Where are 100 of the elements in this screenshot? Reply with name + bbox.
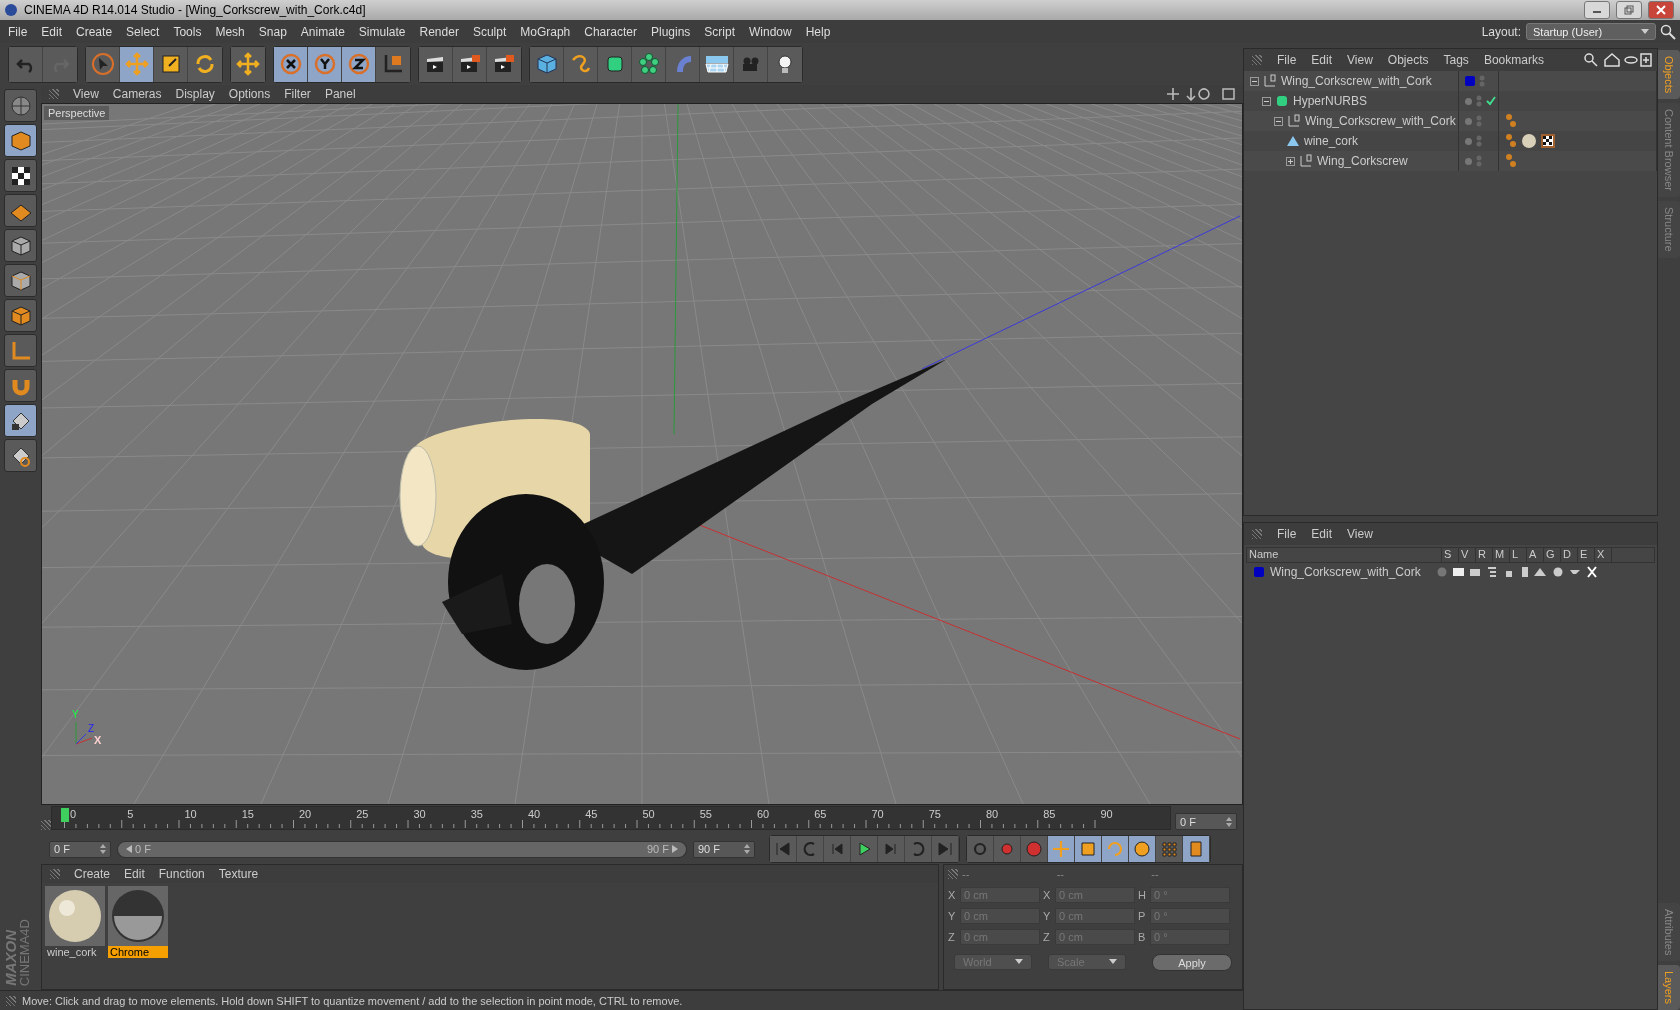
restore-button[interactable] [1616,1,1642,19]
object-menu-item[interactable]: View [1347,53,1373,67]
tool-button[interactable] [274,46,308,82]
record-option-button[interactable] [1075,836,1102,863]
search-icon[interactable] [1583,52,1653,68]
layer-name[interactable]: Wing_Corkscrew_with_Cork [1270,565,1430,579]
dropdown-arrow-icon[interactable] [1015,959,1023,966]
layout-dropdown[interactable]: Startup (User) [1526,23,1656,40]
mode-button[interactable] [4,439,37,472]
end-frame-field[interactable]: 90 F [693,840,755,858]
object-name[interactable]: wine_cork [1304,134,1359,148]
search-icon[interactable] [1660,23,1676,40]
viewport-menu-item[interactable]: Panel [324,87,356,101]
render-dots-icon[interactable] [1476,154,1482,168]
check-icon[interactable] [1486,96,1496,106]
left-arrow-icon[interactable] [126,845,132,854]
render-dots-icon[interactable] [1476,134,1482,148]
close-button[interactable] [1648,1,1674,19]
object-menu-item[interactable]: Edit [1311,53,1333,67]
menu-item[interactable]: File [8,24,36,39]
object-name[interactable]: Wing_Corkscrew [1317,154,1408,168]
object-menu-item[interactable]: Objects [1387,53,1429,67]
menu-item[interactable]: Sculpt [472,24,515,39]
panel-grip[interactable] [6,995,16,1006]
spinner-arrows-icon[interactable] [1226,816,1232,827]
visibility-dot[interactable] [1465,117,1472,125]
tool-button[interactable] [530,46,564,82]
current-frame-field[interactable]: 0 F [1175,813,1237,831]
menu-item[interactable]: Character [584,24,645,39]
menu-item[interactable]: Tools [173,24,210,39]
material-name[interactable]: Chrome [108,946,168,959]
menu-item[interactable]: Snap [258,24,295,39]
menu-item[interactable]: Script [704,24,743,39]
viewport[interactable]: Perspective Y Z X [41,103,1243,806]
object-name[interactable]: HyperNURBS [1293,94,1367,108]
material-menu-item[interactable]: Edit [124,867,145,882]
panel-grip[interactable] [1252,55,1262,65]
material-menu-item[interactable]: Create [74,867,111,882]
spinner-arrows-icon[interactable] [744,844,750,855]
layer-menu-item[interactable]: File [1277,527,1297,541]
collapse-toggle-icon[interactable] [1274,116,1283,126]
menu-item[interactable]: Plugins [650,24,699,39]
object-menu-item[interactable]: Tags [1443,53,1469,67]
viewport-menu-item[interactable]: Options [228,87,271,101]
dropdown-arrow-icon[interactable] [1109,959,1117,966]
panel-grip[interactable] [50,869,60,880]
menu-item[interactable]: Window [749,24,800,39]
menu-item[interactable]: Select [126,24,168,39]
material-preview-icon[interactable] [45,886,105,947]
material-ball-icon[interactable] [1521,133,1537,149]
menu-item[interactable]: Help [805,24,839,39]
menu-item[interactable]: Simulate [358,24,414,39]
dropdown-arrow-icon[interactable] [1641,28,1649,35]
phong-tag-icon[interactable] [1505,153,1517,169]
mode-button[interactable] [4,264,37,297]
panel-grip[interactable] [41,820,51,831]
viewport-menu-item[interactable]: View [73,87,99,101]
menu-item[interactable]: Edit [41,24,71,39]
record-option-button[interactable] [1183,836,1210,863]
menu-item[interactable]: Animate [300,24,353,39]
material-menu-item[interactable]: Texture [218,867,259,882]
viewport-menu-item[interactable]: Cameras [112,87,162,101]
tool-button[interactable] [231,46,265,82]
tool-button[interactable] [419,46,453,82]
visibility-dot[interactable] [1465,97,1472,105]
menu-item[interactable]: Mesh [215,24,253,39]
material-menu-item[interactable]: Function [158,867,205,882]
menu-item[interactable]: Create [76,24,121,39]
material-preview-icon[interactable] [108,886,168,947]
checker-tag-icon[interactable] [1541,134,1555,148]
mode-button[interactable] [4,404,37,437]
mode-button[interactable] [4,229,37,262]
collapse-toggle-icon[interactable] [1250,76,1259,86]
spinner-arrows-icon[interactable] [100,844,106,855]
record-option-button[interactable] [1102,836,1129,863]
viewport-menu-item[interactable]: Display [175,87,215,101]
visibility-dot[interactable] [1465,157,1472,165]
phong-tag-icon[interactable] [1505,113,1517,129]
object-name[interactable]: Wing_Corkscrew_with_Cork [1281,74,1432,88]
menu-item[interactable]: Render [419,24,467,39]
record-option-button[interactable] [1129,836,1156,863]
object-menu-item[interactable]: Bookmarks [1483,53,1544,67]
playhead[interactable] [61,808,69,823]
tool-button[interactable] [342,46,376,82]
collapse-toggle-icon[interactable] [1262,96,1271,106]
visibility-dot[interactable] [1465,137,1472,145]
panel-grip[interactable] [948,869,958,880]
phong-tag-icon[interactable] [1505,133,1517,149]
right-arrow-icon[interactable] [672,845,678,854]
mode-button[interactable] [4,159,37,192]
layer-menu-item[interactable]: Edit [1311,527,1333,541]
tool-button[interactable] [308,46,342,82]
render-dots-icon[interactable] [1479,74,1485,88]
panel-grip[interactable] [1252,529,1262,539]
minimize-button[interactable] [1584,1,1610,19]
object-menu-item[interactable]: File [1277,53,1297,67]
menu-item[interactable]: MoGraph [520,24,579,39]
expand-toggle-icon[interactable] [1286,156,1295,166]
object-name[interactable]: Wing_Corkscrew_with_Cork [1305,114,1456,128]
tool-button[interactable] [120,46,154,82]
